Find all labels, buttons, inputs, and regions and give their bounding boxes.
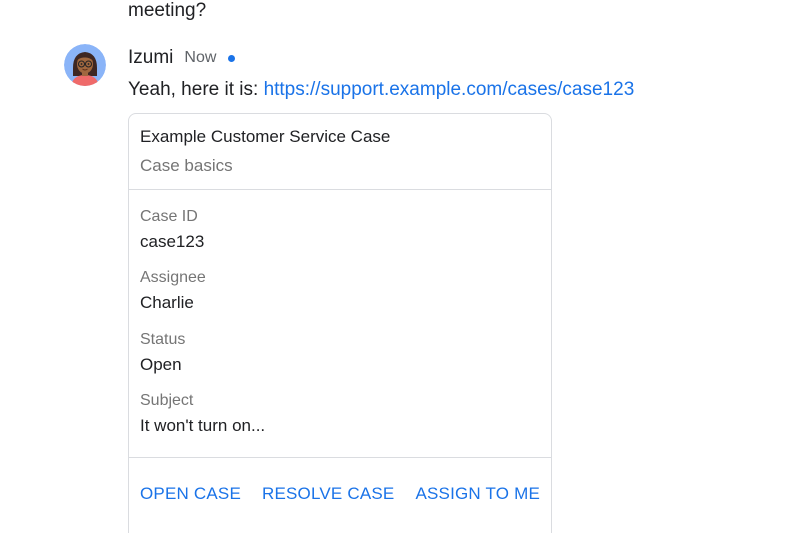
field-value: case123 <box>140 232 205 251</box>
chat-page: meeting? Izumi Now Yeah, here it is: htt… <box>0 0 800 533</box>
message-text: Yeah, here it is: https://support.exampl… <box>128 76 634 104</box>
field-label: Subject <box>140 391 194 409</box>
message-timestamp: Now <box>184 49 217 66</box>
message-header: Izumi Now <box>128 45 236 71</box>
avatar[interactable] <box>64 44 106 86</box>
field-label: Assignee <box>140 269 206 287</box>
field-case-id: Case ID case123 <box>140 207 551 268</box>
field-value: Charlie <box>140 293 194 313</box>
field-value: It won't turn on... <box>140 415 266 435</box>
card-fields: Case ID case123 Assignee Charlie Status … <box>129 190 551 458</box>
case-link[interactable]: https://support.example.com/cases/case12… <box>264 79 635 100</box>
field-value: Open <box>140 354 182 374</box>
card-title: Example Customer Service Case <box>140 127 391 146</box>
field-subject: Subject It won't turn on... <box>140 391 551 452</box>
card-subtitle: Case basics <box>140 156 233 175</box>
card-actions: OPEN CASE RESOLVE CASE ASSIGN TO ME <box>129 458 551 504</box>
field-status: Status Open <box>140 330 551 391</box>
assign-to-me-button[interactable]: ASSIGN TO ME <box>415 484 540 504</box>
field-label: Case ID <box>140 208 198 225</box>
field-label: Status <box>140 330 186 348</box>
unread-indicator-icon <box>228 54 236 62</box>
card-header: Example Customer Service Case Case basic… <box>129 114 551 190</box>
previous-message-text: meeting? <box>128 0 207 21</box>
case-card: Example Customer Service Case Case basic… <box>128 113 552 533</box>
avatar-illustration-icon <box>64 44 106 86</box>
resolve-case-button[interactable]: RESOLVE CASE <box>262 484 394 504</box>
field-assignee: Assignee Charlie <box>140 268 551 329</box>
message-text-prefix: Yeah, here it is: <box>128 79 264 100</box>
sender-name[interactable]: Izumi <box>128 47 173 69</box>
open-case-button[interactable]: OPEN CASE <box>140 484 241 504</box>
